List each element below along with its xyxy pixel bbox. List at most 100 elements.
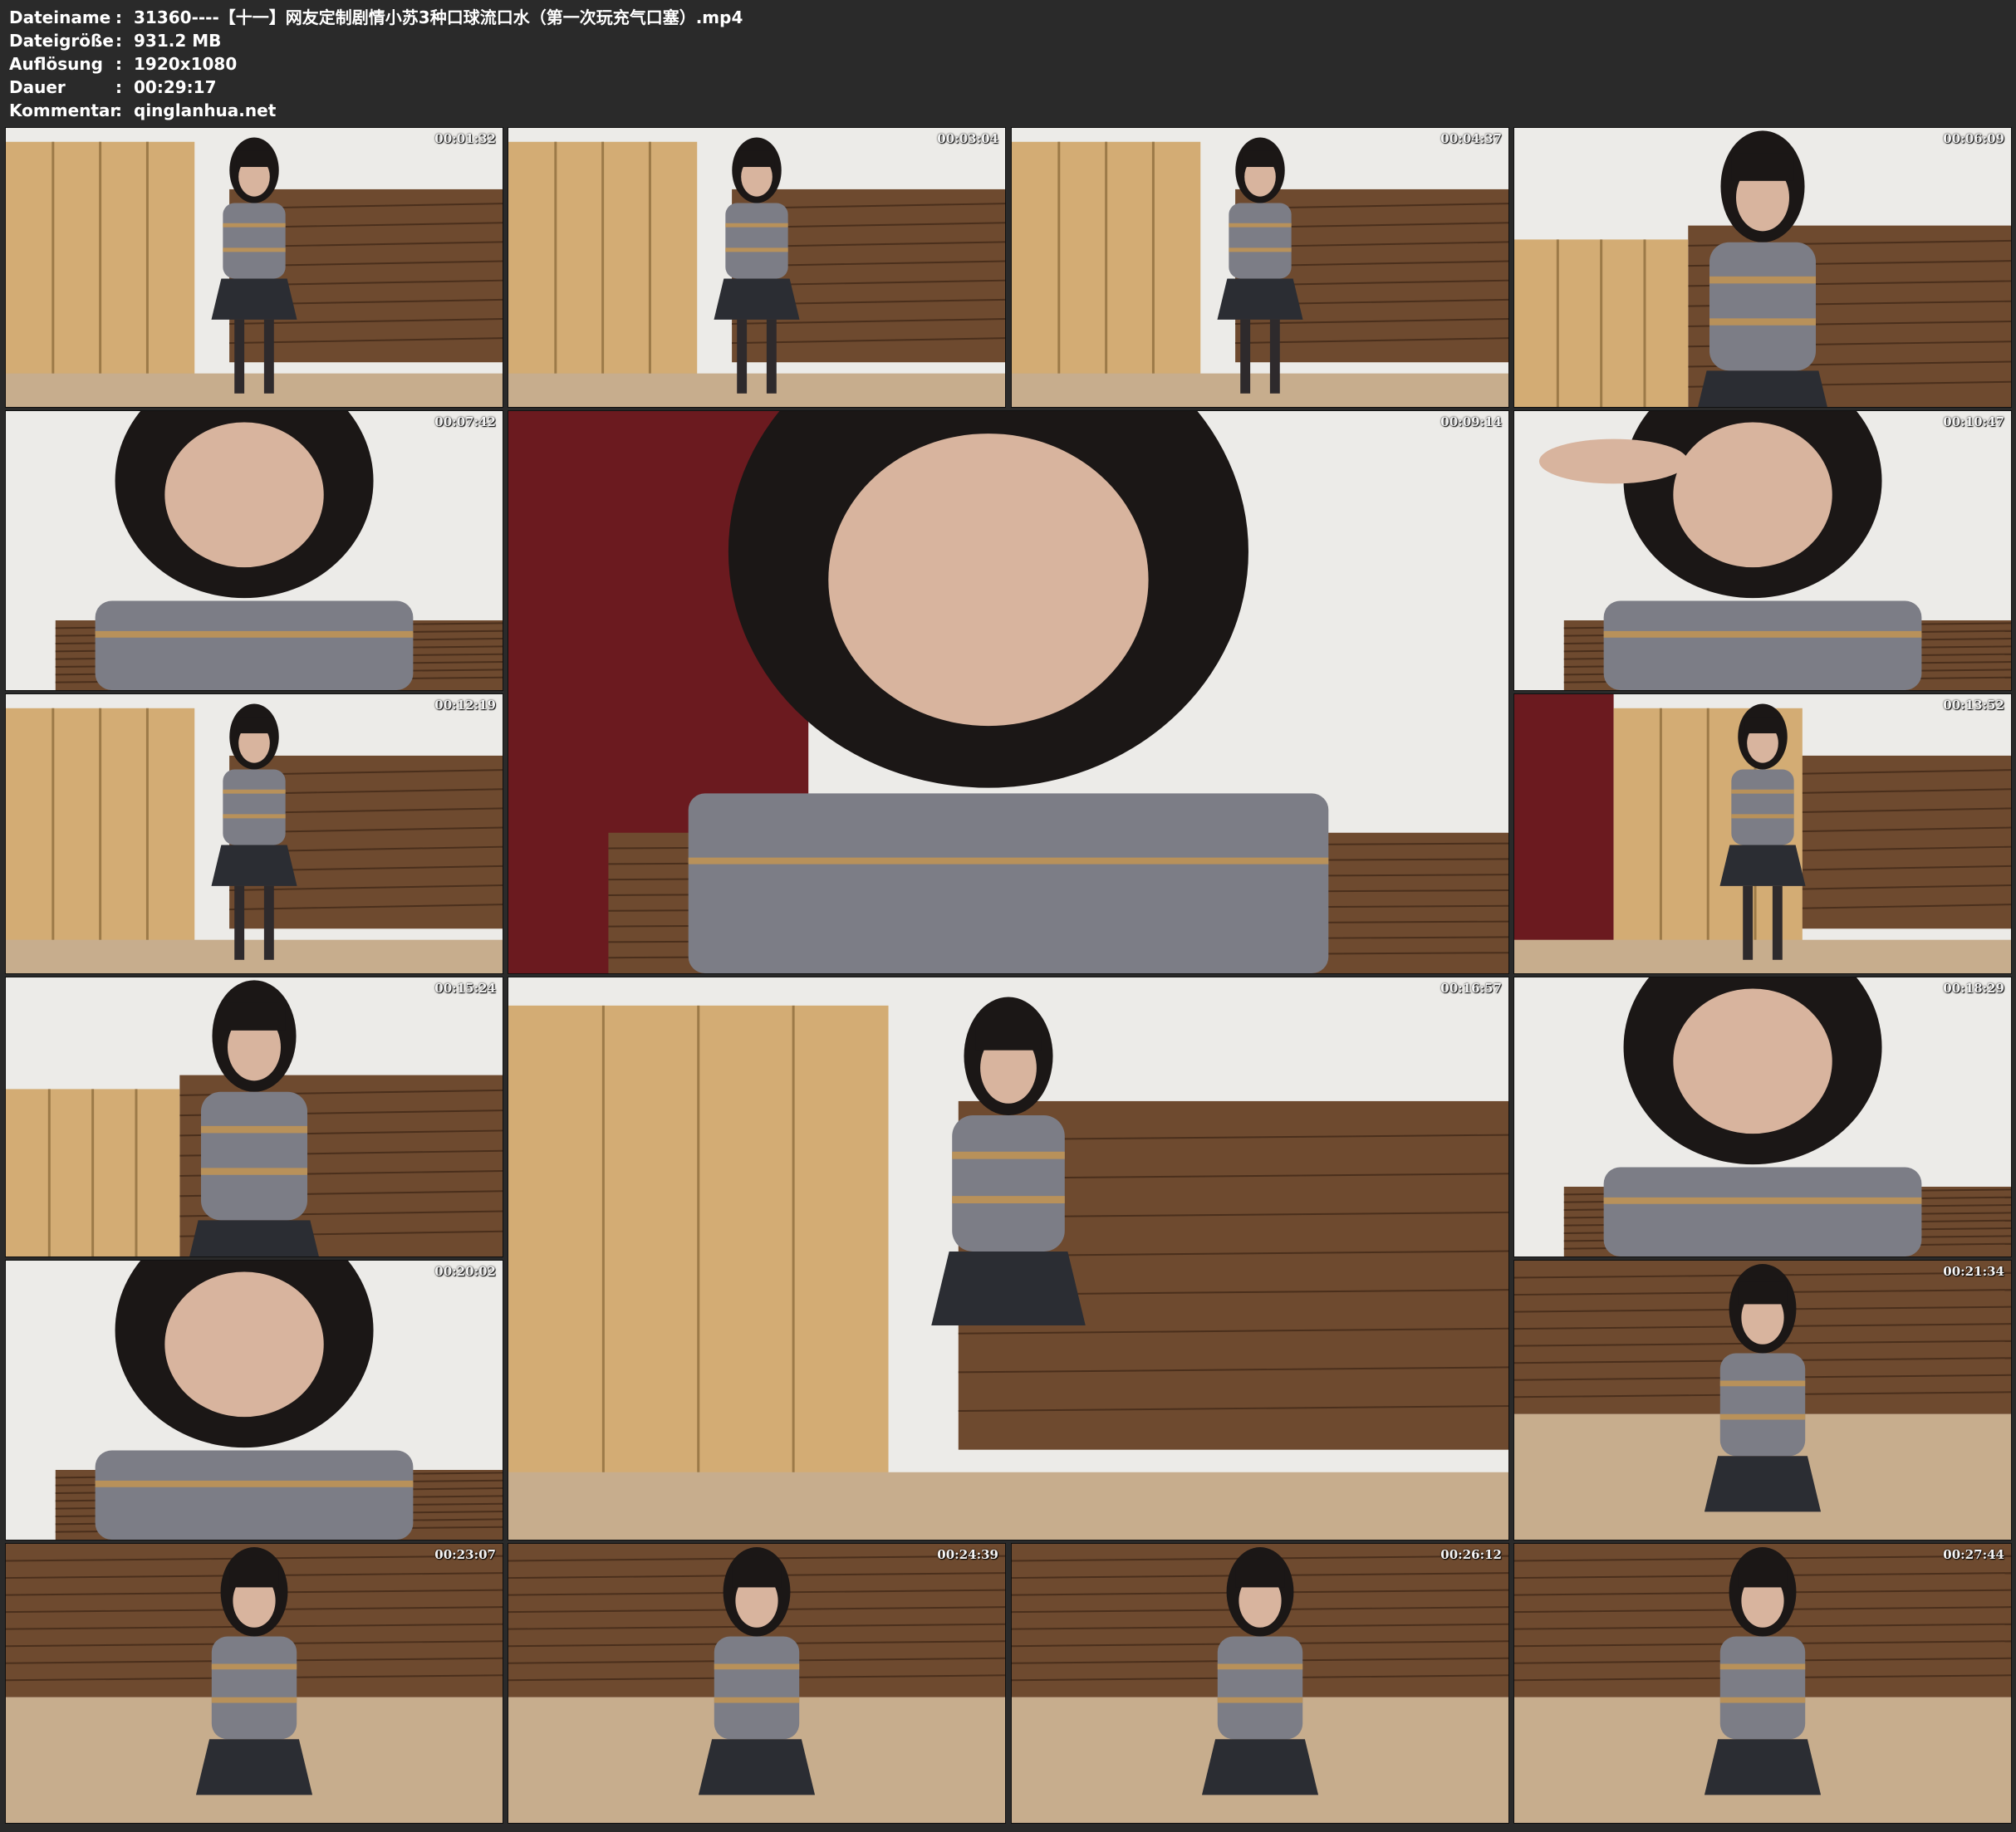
frame-timestamp: 00:13:52 [1943, 698, 2004, 713]
resolution-value: 1920x1080 [134, 54, 238, 74]
thumbnail: 00:10:47 [1513, 410, 2012, 691]
thumbnail: 00:26:12 [1011, 1543, 1509, 1824]
skirt [211, 278, 297, 320]
video-frame [508, 128, 1005, 407]
thumbnail: 00:01:32 [5, 127, 503, 408]
face [828, 434, 1149, 727]
bangs [1235, 1565, 1285, 1588]
frame-timestamp: 00:26:12 [1440, 1547, 1502, 1562]
shirt [95, 1450, 414, 1540]
bangs [1744, 717, 1781, 734]
shirt [200, 1091, 308, 1221]
floor [6, 939, 503, 973]
leg [737, 319, 748, 394]
frame-timestamp: 00:09:14 [1440, 414, 1502, 429]
bangs [732, 1565, 782, 1588]
video-frame [6, 694, 503, 973]
resolution-row: Auflösung:1920x1080 [9, 52, 237, 76]
separator: : [115, 31, 122, 51]
shirt [1603, 1167, 1922, 1256]
filename-label: Dateiname [9, 7, 111, 27]
leg [1772, 885, 1783, 960]
skirt [1217, 278, 1303, 320]
skirt [211, 845, 297, 886]
shirt [714, 1636, 800, 1740]
video-frame [508, 977, 1508, 1540]
skirt [1704, 1739, 1822, 1795]
hand [1538, 438, 1689, 484]
bangs [236, 150, 272, 168]
bangs [1731, 153, 1794, 181]
shirt [1603, 600, 1922, 690]
face [164, 1271, 324, 1418]
shirt [1719, 1636, 1806, 1740]
comment-label: Kommentar [9, 100, 119, 120]
face [1673, 422, 1832, 568]
bangs [223, 1002, 286, 1031]
frame-timestamp: 00:12:19 [434, 698, 496, 713]
skirt [931, 1251, 1086, 1326]
video-frame [6, 1261, 503, 1540]
door [1514, 694, 1614, 973]
thumbnail: 00:15:24 [5, 977, 503, 1257]
bangs [738, 150, 775, 168]
frame-timestamp: 00:06:09 [1943, 131, 2004, 146]
skirt [1201, 1739, 1319, 1795]
skirt [189, 1220, 319, 1256]
leg [234, 319, 245, 394]
separator: : [115, 7, 122, 27]
duration-row: Dauer:00:29:17 [9, 76, 217, 99]
thumbnail: 00:13:52 [1513, 693, 2012, 974]
bangs [975, 1021, 1042, 1051]
frame-timestamp: 00:18:29 [1943, 981, 2004, 996]
video-frame [1012, 128, 1508, 407]
leg [263, 885, 274, 960]
floor [1012, 373, 1508, 407]
video-frame [1514, 977, 2011, 1256]
video-frame [1514, 694, 2011, 973]
video-frame [1514, 1261, 2011, 1540]
shirt [223, 769, 286, 845]
thumbnail-grid: 00:01:32 00:03:04 00:04:37 00:06:09 00:07:42… [0, 125, 2016, 1832]
floor [508, 1472, 1508, 1540]
frame-timestamp: 00:10:47 [1943, 414, 2004, 429]
duration-value: 00:29:17 [134, 77, 217, 97]
bangs [1738, 1281, 1788, 1305]
skirt [1719, 845, 1806, 886]
thumbnail: 00:27:44 [1513, 1543, 2012, 1824]
filesize-row: Dateigröße:931.2 MB [9, 29, 221, 52]
comment-row: Kommentar: qinglanhua.net [9, 99, 276, 122]
shirt [1229, 203, 1292, 279]
frame-timestamp: 00:23:07 [434, 1547, 496, 1562]
thumbnail: 00:18:29 [1513, 977, 2012, 1257]
separator: : [115, 54, 122, 74]
leg [263, 319, 274, 394]
frame-timestamp: 00:01:32 [434, 131, 496, 146]
video-frame [1514, 128, 2011, 407]
frame-timestamp: 00:15:24 [434, 981, 496, 996]
filesize-value: 931.2 MB [134, 31, 222, 51]
leg [1240, 319, 1251, 394]
frame-timestamp: 00:20:02 [434, 1264, 496, 1279]
filename-row: Dateiname:31360----【十一】网友定制剧情小苏3种口球流口水（第… [9, 6, 743, 29]
thumbnail: 00:06:09 [1513, 127, 2012, 408]
thumbnail: 00:07:42 [5, 410, 503, 691]
leg [234, 885, 245, 960]
leg [1269, 319, 1280, 394]
skirt [1704, 1456, 1822, 1512]
thumbnail: 00:04:37 [1011, 127, 1509, 408]
separator: : [115, 100, 122, 120]
shirt [688, 793, 1329, 973]
resolution-label: Auflösung [9, 54, 103, 74]
face [1673, 988, 1832, 1134]
filesize-label: Dateigröße [9, 31, 114, 51]
video-frame [508, 1544, 1005, 1823]
shirt [211, 1636, 297, 1740]
video-frame [1514, 1544, 2011, 1823]
bangs [229, 1565, 279, 1588]
bangs [236, 717, 272, 734]
shirt [1217, 1636, 1303, 1740]
floor [6, 373, 503, 407]
floor [508, 373, 1005, 407]
thumbnail: 00:09:14 [508, 410, 1509, 974]
